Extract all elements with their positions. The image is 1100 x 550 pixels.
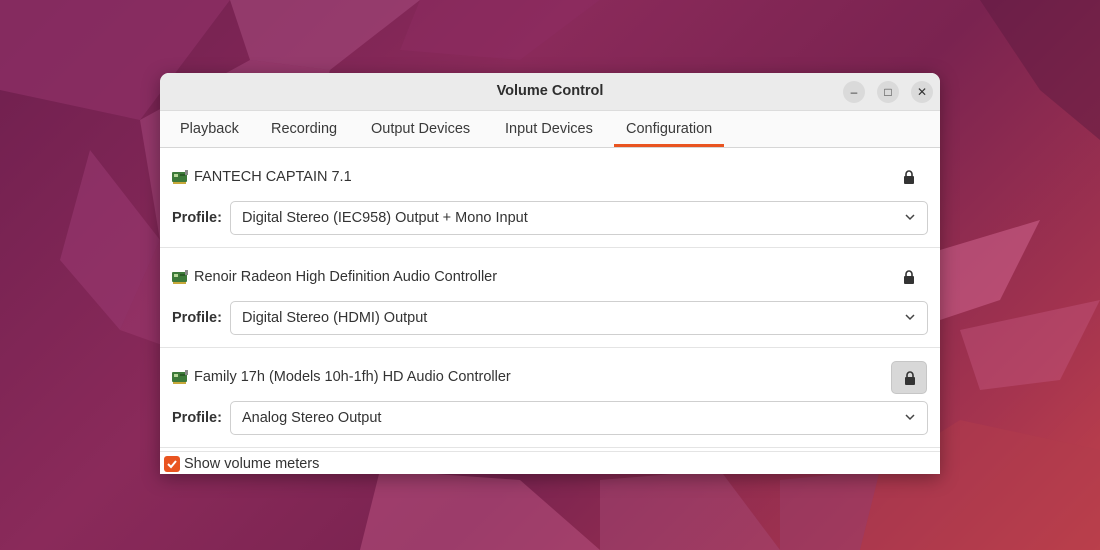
profile-value: Analog Stereo Output bbox=[242, 410, 382, 426]
chevron-down-icon bbox=[905, 214, 915, 221]
profile-select[interactable]: Digital Stereo (IEC958) Output + Mono In… bbox=[230, 201, 928, 235]
sound-card-row: Renoir Radeon High Definition Audio Cont… bbox=[160, 248, 940, 348]
sound-card-icon bbox=[172, 170, 188, 184]
sound-card-icon bbox=[172, 270, 188, 284]
sound-card-row: Family 17h (Models 10h-1fh) HD Audio Con… bbox=[160, 348, 940, 448]
checkmark-icon bbox=[167, 460, 177, 469]
profile-label: Profile: bbox=[172, 310, 222, 326]
card-name: FANTECH CAPTAIN 7.1 bbox=[194, 169, 352, 185]
card-name: Renoir Radeon High Definition Audio Cont… bbox=[194, 269, 498, 285]
profile-select[interactable]: Analog Stereo Output bbox=[230, 401, 928, 435]
lock-icon bbox=[905, 371, 915, 385]
desktop: Volume Control – □ ✕ Playback Recording … bbox=[0, 0, 1100, 550]
window-title: Volume Control bbox=[496, 83, 604, 99]
chevron-down-icon bbox=[905, 414, 915, 421]
profile-value: Digital Stereo (IEC958) Output + Mono In… bbox=[242, 210, 528, 226]
tab-input-devices[interactable]: Input Devices bbox=[493, 111, 605, 147]
profile-value: Digital Stereo (HDMI) Output bbox=[242, 310, 428, 326]
sound-card-icon bbox=[172, 370, 188, 384]
minimize-button[interactable]: – bbox=[843, 81, 865, 103]
tab-output-devices[interactable]: Output Devices bbox=[359, 111, 482, 147]
lock-icon bbox=[904, 270, 914, 284]
tab-bar: Playback Recording Output Devices Input … bbox=[160, 111, 940, 148]
maximize-button[interactable]: □ bbox=[877, 81, 899, 103]
volume-control-window: Volume Control – □ ✕ Playback Recording … bbox=[160, 73, 940, 474]
configuration-panel: FANTECH CAPTAIN 7.1 Profile: Digital Ste… bbox=[160, 148, 940, 448]
close-button[interactable]: ✕ bbox=[911, 81, 933, 103]
chevron-down-icon bbox=[905, 314, 915, 321]
lock-toggle-button[interactable] bbox=[891, 261, 927, 294]
tab-recording[interactable]: Recording bbox=[259, 111, 349, 147]
profile-label: Profile: bbox=[172, 410, 222, 426]
footer-bar: Show volume meters bbox=[160, 451, 940, 474]
lock-toggle-button[interactable] bbox=[891, 161, 927, 194]
tab-configuration[interactable]: Configuration bbox=[614, 111, 725, 147]
sound-card-row: FANTECH CAPTAIN 7.1 Profile: Digital Ste… bbox=[160, 148, 940, 248]
lock-icon bbox=[904, 170, 914, 184]
show-volume-meters-label[interactable]: Show volume meters bbox=[184, 456, 319, 472]
lock-toggle-button[interactable] bbox=[891, 361, 927, 394]
card-name: Family 17h (Models 10h-1fh) HD Audio Con… bbox=[194, 369, 511, 385]
tab-playback[interactable]: Playback bbox=[168, 111, 251, 147]
show-volume-meters-checkbox[interactable] bbox=[164, 456, 180, 472]
profile-select[interactable]: Digital Stereo (HDMI) Output bbox=[230, 301, 928, 335]
profile-label: Profile: bbox=[172, 210, 222, 226]
title-bar[interactable]: Volume Control – □ ✕ bbox=[160, 73, 940, 111]
